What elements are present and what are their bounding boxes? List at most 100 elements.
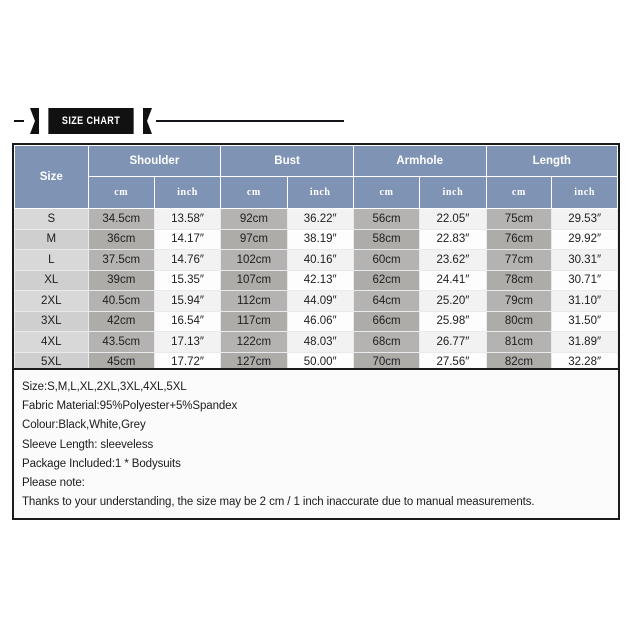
cell-bust_cm: 102cm: [220, 249, 288, 271]
cell-bust_in: 46.06″: [286, 310, 354, 332]
table-row: XL 39cm 15.35″ 107cm 42.13″ 62cm 24.41″ 78cm 30.…: [14, 269, 618, 291]
cell-bust_cm: 117cm: [220, 310, 288, 332]
header-unit-armhole-cm: cm: [352, 176, 421, 209]
header-unit-bust-cm: cm: [220, 176, 288, 209]
ribbon-left-flag-icon: [30, 108, 39, 134]
cell-size: 2XL: [14, 290, 89, 312]
description-line: Package Included:1 * Bodysuits: [22, 457, 181, 470]
cell-armhole_cm: 56cm: [352, 208, 421, 230]
cell-armhole_cm: 68cm: [352, 331, 421, 353]
cell-length_in: 30.71″: [551, 269, 618, 291]
cell-size: XL: [14, 269, 89, 291]
cell-shoulder_cm: 34.5cm: [87, 208, 155, 230]
header-length: Length: [485, 145, 619, 177]
cell-bust_cm: 92cm: [220, 208, 288, 230]
cell-shoulder_cm: 37.5cm: [87, 249, 155, 271]
cell-bust_cm: 97cm: [220, 228, 288, 250]
cell-size: 4XL: [14, 331, 89, 353]
cell-length_cm: 81cm: [485, 331, 553, 353]
cell-size: M: [14, 228, 89, 250]
cell-bust_in: 40.16″: [286, 249, 354, 271]
cell-length_cm: 77cm: [485, 249, 553, 271]
cell-armhole_cm: 62cm: [352, 269, 421, 291]
header-bust: Bust: [220, 145, 354, 177]
cell-bust_cm: 107cm: [220, 269, 288, 291]
cell-shoulder_cm: 39cm: [87, 269, 155, 291]
header-unit-armhole-inch: inch: [419, 176, 487, 209]
header-unit-shoulder-cm: cm: [87, 176, 155, 209]
cell-length_cm: 75cm: [485, 208, 553, 230]
table-row: S 34.5cm 13.58″ 92cm 36.22″ 56cm 22.05″ 75cm 29.…: [14, 208, 618, 230]
header-armhole: Armhole: [352, 145, 487, 177]
cell-size: 3XL: [14, 310, 89, 332]
table-row: L 37.5cm 14.76″ 102cm 40.16″ 60cm 23.62″ 77cm 30…: [14, 249, 618, 271]
cell-armhole_in: 24.41″: [419, 269, 487, 291]
table-head: Size Shoulder Bust Armhole Length cm inc…: [14, 145, 619, 209]
cell-shoulder_cm: 40.5cm: [87, 290, 155, 312]
cell-bust_in: 48.03″: [286, 331, 354, 353]
cell-shoulder_in: 16.54″: [153, 310, 222, 332]
cell-armhole_in: 25.20″: [419, 290, 487, 312]
banner-dash-icon: [14, 120, 24, 122]
cell-size: L: [14, 249, 89, 271]
header-unit-length-cm: cm: [485, 176, 553, 209]
size-table: Size Shoulder Bust Armhole Length cm inc…: [14, 145, 619, 373]
cell-length_cm: 80cm: [485, 310, 553, 332]
cell-length_in: 29.92″: [551, 228, 618, 250]
cell-armhole_in: 22.05″: [419, 208, 487, 230]
description-line: Sleeve Length: sleeveless: [22, 438, 154, 451]
cell-length_cm: 79cm: [485, 290, 553, 312]
description-line: Fabric Material:95%Polyester+5%Spandex: [22, 400, 238, 413]
cell-length_in: 30.31″: [551, 249, 618, 271]
cell-shoulder_in: 17.13″: [153, 331, 222, 353]
cell-length_cm: 76cm: [485, 228, 553, 250]
cell-shoulder_cm: 36cm: [87, 228, 155, 250]
table-group-header-row: Size Shoulder Bust Armhole Length: [14, 145, 619, 209]
table-unit-header-row: cm inch cm inch cm inch cm inch: [15, 176, 618, 209]
header-shoulder: Shoulder: [87, 145, 222, 177]
cell-shoulder_in: 15.35″: [153, 269, 222, 291]
cell-armhole_cm: 60cm: [352, 249, 421, 271]
header-unit-shoulder-inch: inch: [153, 176, 222, 209]
cell-armhole_in: 22.83″: [419, 228, 487, 250]
cell-armhole_in: 25.98″: [419, 310, 487, 332]
header-size: Size: [14, 145, 89, 209]
cell-bust_in: 42.13″: [286, 269, 354, 291]
cell-armhole_cm: 58cm: [352, 228, 421, 250]
cell-bust_cm: 112cm: [220, 290, 288, 312]
cell-length_in: 31.50″: [551, 310, 618, 332]
banner-title: SIZE CHART: [48, 108, 134, 134]
table-row: 4XL 43.5cm 17.13″ 122cm 48.03″ 68cm 26.77″ 81cm…: [14, 331, 618, 353]
ribbon-right-flag-icon: [143, 108, 152, 134]
cell-shoulder_cm: 43.5cm: [87, 331, 155, 353]
cell-bust_cm: 122cm: [220, 331, 288, 353]
size-table-container: Size Shoulder Bust Armhole Length cm inc…: [12, 143, 620, 375]
banner-rule: [156, 120, 344, 122]
header-unit-bust-inch: inch: [286, 176, 354, 209]
cell-length_cm: 78cm: [485, 269, 553, 291]
cell-length_in: 31.89″: [551, 331, 618, 353]
description-line: Size:S,M,L,XL,2XL,3XL,4XL,5XL: [22, 381, 187, 393]
banner: SIZE CHART: [0, 104, 640, 138]
cell-bust_in: 38.19″: [286, 228, 354, 250]
table-body: S 34.5cm 13.58″ 92cm 36.22″ 56cm 22.05″ 75cm 29.…: [14, 208, 618, 373]
cell-armhole_in: 26.77″: [419, 331, 487, 353]
cell-length_in: 31.10″: [551, 290, 618, 312]
product-description-box: Size:S,M,L,XL,2XL,3XL,4XL,5XL Fabric Mate…: [12, 368, 620, 520]
cell-size: S: [14, 208, 89, 230]
table-row: 3XL 42cm 16.54″ 117cm 46.06″ 66cm 25.98″ 80cm 31…: [14, 310, 618, 332]
cell-bust_in: 36.22″: [286, 208, 354, 230]
cell-shoulder_in: 15.94″: [153, 290, 222, 312]
cell-shoulder_cm: 42cm: [87, 310, 155, 332]
table-row: M 36cm 14.17″ 97cm 38.19″ 58cm 22.83″ 76cm 29.92…: [14, 228, 618, 250]
ribbon: SIZE CHART: [30, 108, 152, 134]
description-line: Please note:: [22, 477, 85, 490]
size-chart-page: SIZE CHART Size Shoulder Bust Armhole Le…: [0, 0, 640, 640]
table-row: 2XL 40.5cm 15.94″ 112cm 44.09″ 64cm 25.20″ 79cm…: [14, 290, 618, 312]
cell-armhole_cm: 64cm: [352, 290, 421, 312]
cell-shoulder_in: 14.76″: [153, 249, 222, 271]
cell-shoulder_in: 14.17″: [153, 228, 222, 250]
cell-bust_in: 44.09″: [286, 290, 354, 312]
description-line: Colour:Black,White,Grey: [22, 419, 146, 432]
cell-length_in: 29.53″: [551, 208, 618, 230]
